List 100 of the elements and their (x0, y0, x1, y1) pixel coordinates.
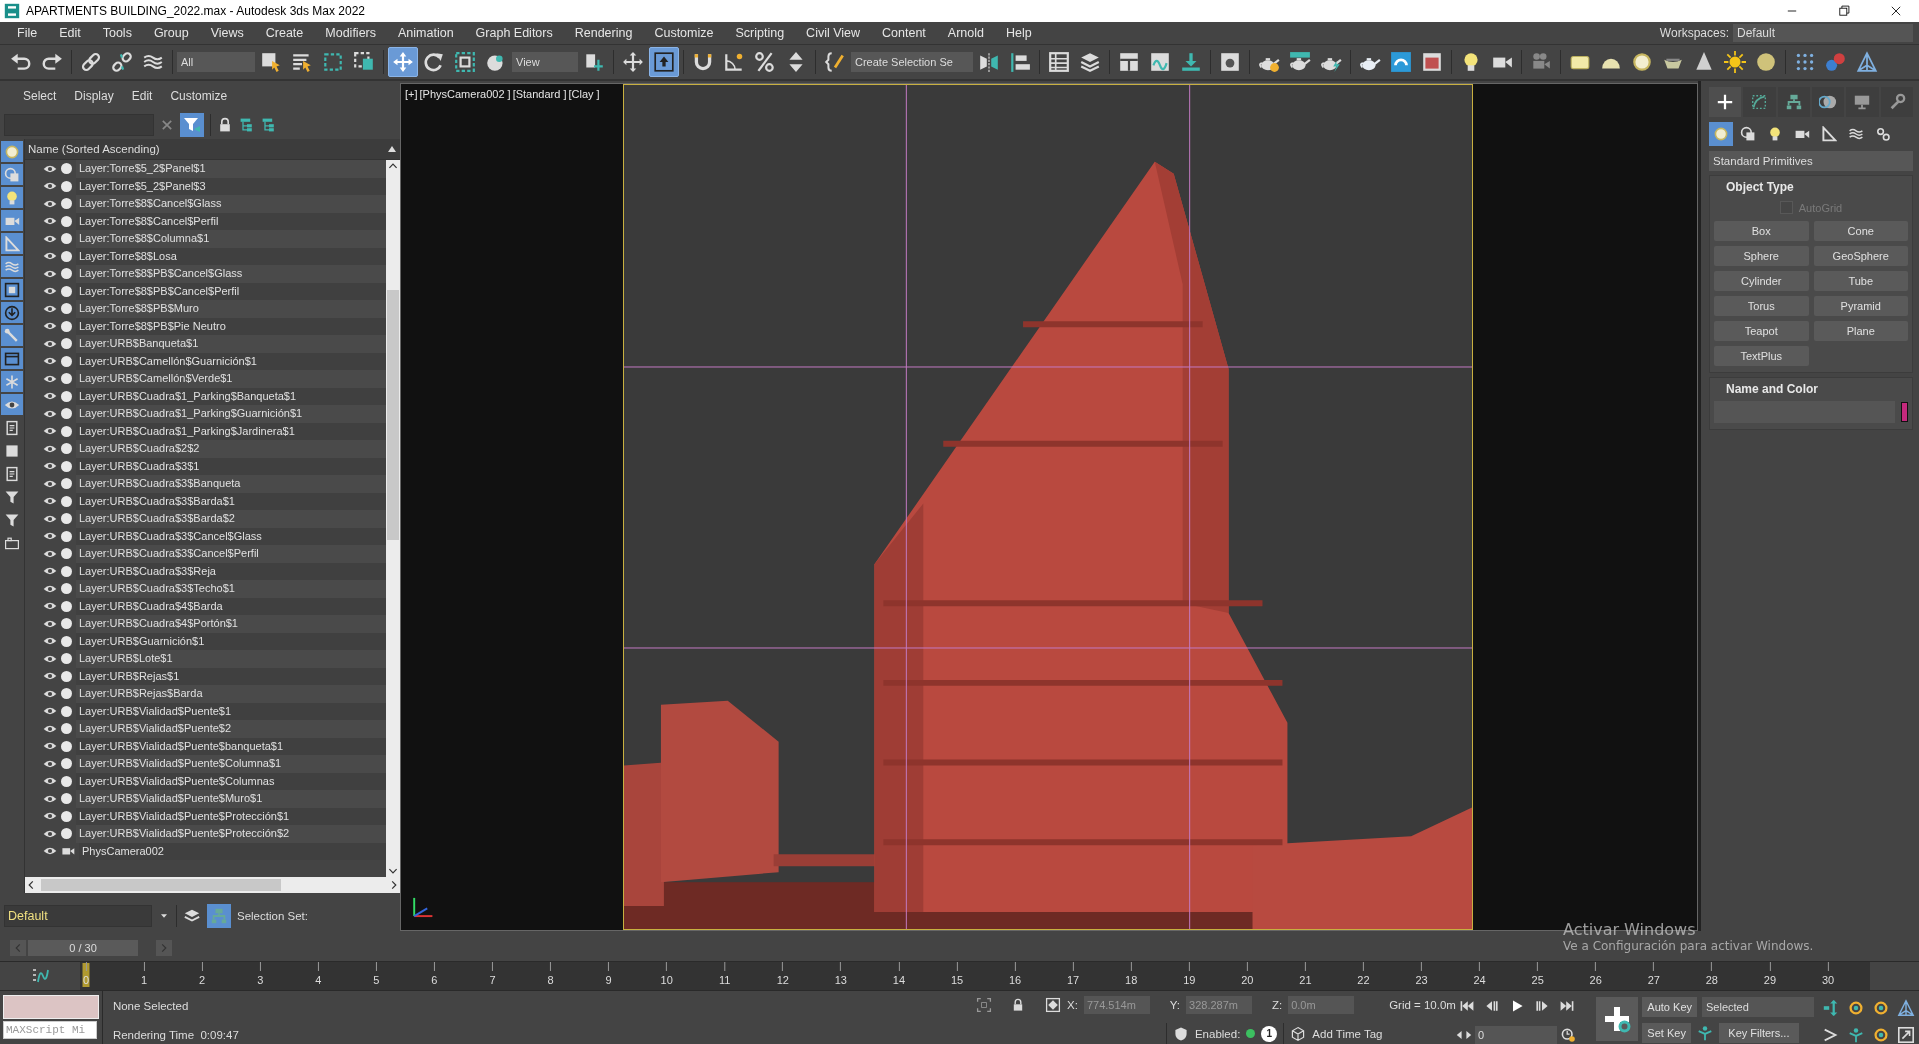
frame-number: 16 (1008, 974, 1022, 986)
scene-item[interactable]: Layer:Torre$5_2$Panel$1 (76, 160, 386, 178)
explorer-tab[interactable]: Select (14, 89, 66, 103)
workspace-dropdown[interactable]: Default (1733, 24, 1913, 42)
menu-item[interactable]: Customize (643, 26, 725, 40)
count-badge: 1 (1261, 1025, 1278, 1042)
set-key-mode-button[interactable]: Set Key (1642, 1023, 1691, 1043)
frame-number: 1 (141, 974, 148, 986)
primitive-button[interactable]: Tube (1813, 271, 1908, 291)
toolbar-dropdown[interactable]: View (512, 52, 578, 72)
menu-item[interactable]: Rendering (563, 26, 644, 40)
explorer-tab[interactable]: Customize (161, 89, 237, 103)
primitive-button[interactable]: Torus (1714, 296, 1809, 316)
z-label: Z: (1271, 998, 1283, 1011)
primitive-button[interactable]: Pyramid (1813, 296, 1908, 316)
frame-number: 11 (719, 974, 731, 986)
scene-item[interactable]: Layer:URB$Vialidad$Puente$Protección$2 (76, 825, 386, 843)
toolbar-dropdown[interactable]: All (177, 52, 255, 72)
listener-input[interactable]: MAXScript Mi (3, 1021, 97, 1039)
add-time-tag[interactable]: Add Time Tag (1312, 1027, 1383, 1040)
viewport-label[interactable]: [Standard ] (512, 88, 567, 100)
primitive-button[interactable]: GeoSphere (1813, 246, 1908, 266)
scene-item[interactable]: Layer:URB$Rejas$Barda (76, 685, 386, 703)
primitive-button[interactable]: Cone (1813, 221, 1908, 241)
scene-item[interactable]: Layer:URB$Lote$1 (76, 650, 386, 668)
frame-number: 10 (660, 974, 673, 986)
frame-number: 13 (834, 974, 847, 986)
scene-item[interactable]: Layer:URB$Cuadra$3$Cancel$Perfil (76, 545, 386, 563)
menu-item[interactable]: Edit (48, 26, 92, 40)
explorer-tab[interactable]: Edit (122, 89, 162, 103)
frame-number: 23 (1415, 974, 1428, 986)
frame-number: 20 (1241, 974, 1254, 986)
selection-set-field[interactable]: Create Selection Se (851, 52, 973, 72)
frame-number: 17 (1067, 974, 1080, 986)
frame-number: 28 (1705, 974, 1718, 986)
frame-number: 15 (950, 974, 964, 986)
menu-item[interactable]: File (6, 26, 49, 40)
column-header[interactable]: Name (Sorted Ascending) (25, 139, 400, 160)
frame-number: 8 (547, 974, 554, 986)
frame-number: 0 (82, 974, 90, 986)
key-mode-dropdown[interactable]: Selected (1702, 997, 1814, 1017)
frame-number: 18 (1125, 974, 1138, 986)
scene-item[interactable]: Layer:URB$Cuadra$3$Techo$1 (76, 580, 386, 598)
scene-item[interactable]: Layer:Torre$8$Columna$1 (76, 230, 386, 248)
scene-item[interactable]: Layer:URB$Vialidad$Puente$Muro$1 (76, 790, 386, 808)
workspaces-label: Workspaces: (1659, 26, 1729, 40)
frame-number: 14 (892, 974, 906, 986)
key-filters-button[interactable]: Key Filters... (1718, 1023, 1799, 1043)
timeline-ruler[interactable]: 0 1 2 3 4 5 6 7 8 9 10 11 12 13 14 15 16 17 18 19 20 21 22 23 24 25 26 27 28 29 30 (80, 962, 1870, 990)
menu-item[interactable]: Animation (387, 26, 465, 40)
frame-number: 9 (605, 974, 612, 986)
scene-item[interactable]: Layer:URB$Vialidad$Puente$2 (76, 720, 386, 738)
activation-title: Activar Windows (1563, 920, 1697, 939)
layer-dropdown[interactable]: Default (4, 905, 152, 927)
frame-number: 2 (199, 974, 206, 986)
primitives-dropdown[interactable]: Standard Primitives (1709, 151, 1913, 171)
viewport-label[interactable]: [Clay ] (568, 88, 600, 100)
menu-item[interactable]: Create (254, 26, 315, 40)
primitive-button[interactable]: Teapot (1714, 321, 1809, 341)
scene-item[interactable]: Layer:URB$Camellón$Verde$1 (76, 370, 386, 388)
frame-number: 25 (1531, 974, 1544, 986)
viewport-label[interactable]: [PhysCamera002 ] (419, 88, 511, 100)
scene-item[interactable]: Layer:URB$Cuadra$4$Portón$1 (76, 615, 386, 633)
primitive-button[interactable]: TextPlus (1714, 346, 1809, 366)
menu-item[interactable]: Tools (91, 26, 143, 40)
frame-number: 4 (315, 974, 322, 986)
frame-number: 12 (776, 974, 789, 986)
primitive-button[interactable]: Cylinder (1714, 271, 1809, 291)
menu-item[interactable]: Modifiers (314, 26, 387, 40)
frame-spinner[interactable]: 0 (1474, 1026, 1557, 1044)
explorer-tab[interactable]: Display (65, 89, 123, 103)
scene-item[interactable]: Layer:Torre$8$PB$Cancel$Glass (76, 265, 386, 283)
scene-item[interactable]: Layer:Torre$8$Cancel$Glass (76, 195, 386, 213)
menu-item[interactable]: Group (142, 26, 200, 40)
frame-number: 26 (1589, 974, 1602, 986)
scene-item[interactable]: Layer:URB$Cuadra$3$Banqueta (76, 475, 386, 493)
menu-item[interactable]: Help (995, 26, 1043, 40)
menu-item[interactable]: Civil View (795, 26, 872, 40)
rollout-title[interactable]: Name and Color (1714, 382, 1908, 396)
primitive-button[interactable]: Plane (1813, 321, 1908, 341)
menu-item[interactable]: Content (871, 26, 937, 40)
scene-item[interactable]: Layer:Torre$8$PB$Muro (76, 300, 386, 318)
scene-item[interactable]: Layer:URB$Vialidad$Puente$Columna$1 (76, 755, 386, 773)
menu-item[interactable]: Arnold (936, 26, 995, 40)
scene-item[interactable]: Layer:URB$Cuadra$3$Barda$2 (76, 510, 386, 528)
primitive-button[interactable]: Sphere (1714, 246, 1809, 266)
viewport-label[interactable]: [+] (405, 88, 418, 100)
rollout-title[interactable]: Object Type (1714, 180, 1908, 194)
enabled-label: Enabled: (1194, 1027, 1241, 1040)
frame-number: 29 (1763, 974, 1777, 986)
primitive-button[interactable]: Box (1714, 221, 1809, 241)
scene-item[interactable]: Layer:URB$Cuadra$2$2 (76, 440, 386, 458)
scene-item[interactable]: Layer:URB$Cuadra$1_Parking$Guarnición$1 (76, 405, 386, 423)
time-slider-thumb[interactable]: 0 / 30 (28, 940, 138, 956)
menu-item[interactable]: Scripting (724, 26, 796, 40)
menu-item[interactable]: Graph Editors (464, 26, 564, 40)
auto-key-button[interactable]: Auto Key (1642, 997, 1697, 1017)
menu-item[interactable]: Views (199, 26, 255, 40)
selection-status: None Selected (112, 999, 190, 1012)
scene-item[interactable]: Layer:URB$Banqueta$1 (76, 335, 386, 353)
